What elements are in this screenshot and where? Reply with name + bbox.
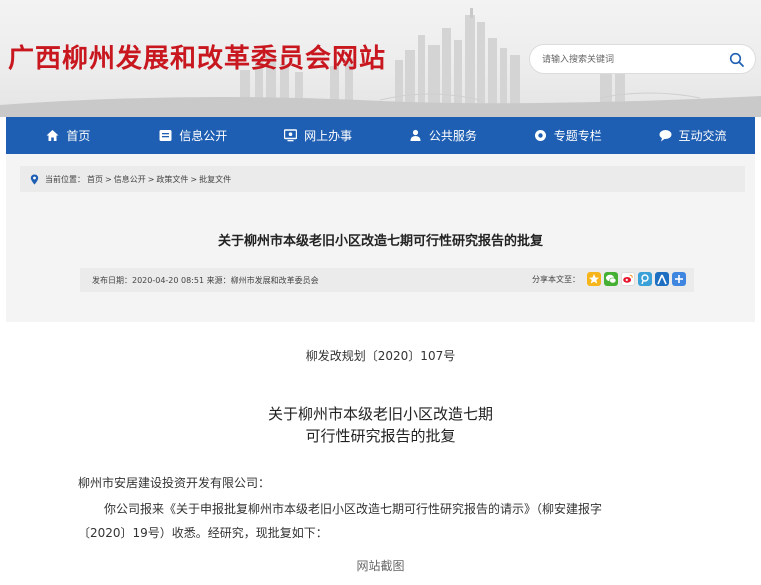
renren-icon[interactable] <box>655 272 669 286</box>
monitor-icon <box>284 129 298 142</box>
paragraph-line: 你公司报来《关于申报批复柳州市本级老旧小区改造七期可行性研究报告的请示》（柳安建… <box>104 502 603 516</box>
home-icon <box>46 130 59 141</box>
nav-item-special-topics[interactable]: 专题专栏 <box>505 117 630 154</box>
person-icon <box>410 129 421 141</box>
breadcrumb-link-home[interactable]: 首页 <box>87 174 103 185</box>
article-meta-bar: 发布日期：2020-04-20 08:51 来源：柳州市发展和改革委员会 分享本… <box>80 268 694 292</box>
main-nav: 首页 信息公开 网上办事 公共服务 专题专栏 互动交流 <box>6 117 755 154</box>
document-title-line: 关于柳州市本级老旧小区改造七期 <box>267 405 493 423</box>
info-icon <box>159 130 172 141</box>
search-input[interactable] <box>542 52 712 68</box>
image-caption: 网站截图 <box>356 559 405 573</box>
breadcrumb-link-policy[interactable]: 政策文件 <box>156 174 188 185</box>
article-title: 关于柳州市本级老旧小区改造七期可行性研究报告的批复 <box>217 234 543 249</box>
share-bar: 分享本文至： <box>532 272 686 286</box>
breadcrumb-link-approval[interactable]: 批复文件 <box>199 174 231 185</box>
breadcrumb: 当前位置： 首页 > 信息公开 > 政策文件 > 批复文件 <box>20 166 745 192</box>
site-header: 广西柳州发展和改革委员会网站 <box>0 0 761 117</box>
document-title-line: 可行性研究报告的批复 <box>305 427 456 445</box>
nav-item-online-service[interactable]: 网上办事 <box>256 117 381 154</box>
tencent-weibo-icon[interactable] <box>638 272 652 286</box>
article-header-panel: 当前位置： 首页 > 信息公开 > 政策文件 > 批复文件 关于柳州市本级老旧小… <box>6 154 755 322</box>
qzone-icon[interactable] <box>587 272 601 286</box>
weibo-icon[interactable] <box>621 272 635 286</box>
document-recipient: 柳州市安居建设投资开发有限公司： <box>78 476 271 490</box>
nav-label: 首页 <box>66 129 91 143</box>
search-box <box>529 44 756 74</box>
breadcrumb-separator: > <box>105 174 112 184</box>
nav-item-interaction[interactable]: 互动交流 <box>630 117 755 154</box>
more-share-icon[interactable] <box>672 272 686 286</box>
nav-label: 公共服务 <box>428 129 477 143</box>
wechat-icon[interactable] <box>604 272 618 286</box>
breadcrumb-prefix: 当前位置： <box>45 174 85 184</box>
breadcrumb-link-info[interactable]: 信息公开 <box>114 174 146 185</box>
nav-label: 信息公开 <box>179 129 228 143</box>
chat-icon <box>659 130 672 142</box>
search-icon[interactable] <box>729 52 745 68</box>
nav-label: 网上办事 <box>304 129 353 143</box>
location-pin-icon <box>30 174 39 184</box>
document-title: 关于柳州市本级老旧小区改造七期 可行性研究报告的批复 <box>0 403 761 447</box>
gear-icon <box>534 130 546 141</box>
nav-item-public-service[interactable]: 公共服务 <box>380 117 505 154</box>
breadcrumb-separator: > <box>190 174 198 184</box>
article-meta: 发布日期：2020-04-20 08:51 来源：柳州市发展和改革委员会 <box>92 275 319 285</box>
nav-item-home[interactable]: 首页 <box>6 117 131 154</box>
breadcrumb-separator: > <box>147 174 155 184</box>
nav-label: 专题专栏 <box>553 129 602 143</box>
paragraph-line: 〔2020〕19号）收悉。经研究，现批复如下： <box>78 526 328 540</box>
nav-item-info[interactable]: 信息公开 <box>131 117 256 154</box>
share-label: 分享本文至： <box>532 274 580 284</box>
document-number: 柳发改规划〔2020〕107号 <box>305 349 456 363</box>
document-paragraph: 你公司报来《关于申报批复柳州市本级老旧小区改造七期可行性研究报告的请示》（柳安建… <box>78 497 688 545</box>
site-title[interactable]: 广西柳州发展和改革委员会网站 <box>8 38 386 75</box>
nav-label: 互动交流 <box>678 129 727 143</box>
